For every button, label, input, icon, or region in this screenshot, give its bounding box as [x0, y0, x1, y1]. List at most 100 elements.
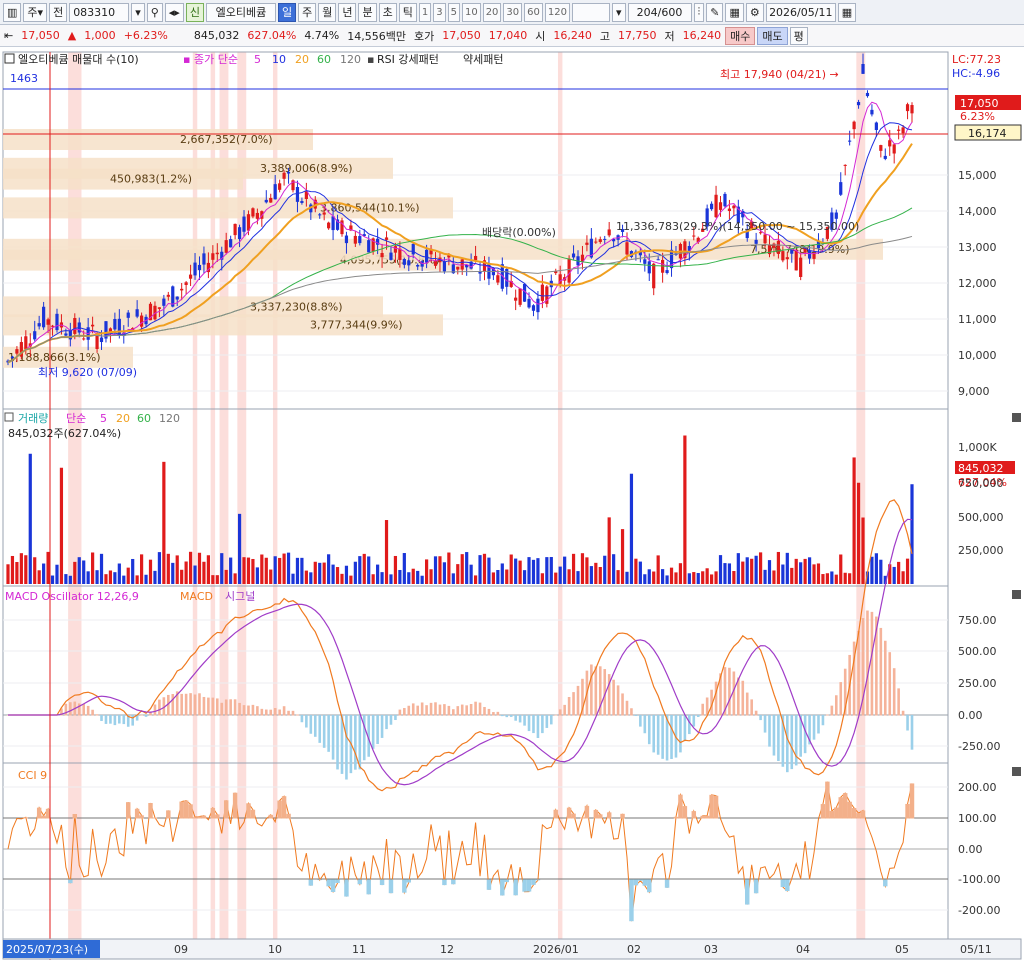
- candle-body: [625, 242, 629, 255]
- interval-5-button[interactable]: 5: [447, 2, 460, 22]
- volume-bar: [6, 564, 10, 584]
- candle-body: [865, 92, 870, 97]
- month-label: 2026/01: [533, 943, 579, 956]
- volume-bar: [812, 564, 816, 584]
- macd-histogram-bar: [438, 704, 442, 716]
- macd-histogram-bar: [821, 715, 825, 726]
- flat-button[interactable]: 평: [789, 26, 808, 45]
- stock-code-input[interactable]: 083310: [69, 2, 130, 22]
- count-field[interactable]: 204/600: [627, 2, 692, 22]
- stock-chart[interactable]: 2,667,352(7.0%) 3,389,006(8.9%) 450,983(1.…: [0, 47, 1024, 960]
- candle-body: [781, 251, 785, 261]
- volume-bar: [897, 561, 901, 584]
- volume-bar: [767, 560, 772, 584]
- rsi-bull-legend: RSI 강세패턴: [377, 53, 439, 66]
- macd-histogram-bar: [144, 715, 148, 717]
- interval-1-button[interactable]: 1: [418, 2, 432, 22]
- sell-button[interactable]: 매도: [757, 26, 788, 45]
- cci-close-icon[interactable]: [1012, 767, 1021, 776]
- candle-body: [910, 105, 914, 114]
- candle-body: [692, 235, 696, 237]
- candle-body: [402, 259, 406, 265]
- panel-menu-icon[interactable]: [4, 53, 15, 64]
- candle-body: [188, 274, 193, 279]
- volume-bar: [487, 557, 491, 584]
- candle-body: [799, 257, 803, 277]
- candle-body: [883, 155, 887, 159]
- gear-icon[interactable]: ⚙: [745, 2, 764, 22]
- period-year-button[interactable]: 년: [338, 2, 357, 22]
- macd-histogram-bar: [527, 715, 531, 732]
- volume-bar: [758, 552, 763, 584]
- interval-3-button[interactable]: 3: [433, 2, 446, 22]
- tools-icon[interactable]: ✎: [706, 2, 724, 22]
- period-month-button[interactable]: 월: [318, 2, 337, 22]
- macd-close-icon[interactable]: [1012, 590, 1021, 599]
- macd-histogram-bar: [701, 703, 704, 716]
- macd-histogram-bar: [683, 715, 687, 742]
- volume-bar: [674, 572, 678, 584]
- interval-20-button[interactable]: 20: [482, 2, 502, 22]
- indicator-icon[interactable]: ▦: [725, 2, 744, 22]
- candle-body: [202, 253, 206, 265]
- grid-layer: [3, 174, 948, 911]
- code-dropdown-icon[interactable]: ▾: [131, 2, 145, 22]
- candle-body: [807, 250, 812, 259]
- macd-histogram-bar: [469, 704, 473, 716]
- volume-bar: [843, 572, 847, 584]
- period-day-button[interactable]: 일: [277, 2, 297, 22]
- candle-body: [874, 122, 878, 130]
- macd-histogram-bar: [888, 652, 892, 716]
- volume-bar: [736, 553, 740, 584]
- interval-custom-input[interactable]: [571, 2, 610, 22]
- candle-body: [652, 263, 656, 289]
- macd-histogram-bar: [901, 710, 905, 716]
- volume-bar: [514, 558, 518, 584]
- candle-type-icon[interactable]: ⫶: [693, 2, 705, 22]
- macd-histogram-bar: [193, 694, 197, 716]
- volume-bar: [790, 567, 794, 584]
- period-minute-button[interactable]: 분: [358, 2, 377, 22]
- interval-120-button[interactable]: 120: [544, 2, 570, 22]
- prev-button[interactable]: 전: [49, 2, 68, 22]
- interval-10-button[interactable]: 10: [461, 2, 481, 22]
- range-note: 11,336,783(29.3%)(14,350.00 ~ 15,350.00): [616, 220, 859, 233]
- interval-30-button[interactable]: 30: [503, 2, 523, 22]
- calendar-icon[interactable]: ▦: [837, 2, 857, 22]
- chart-layout-icon[interactable]: ▥: [3, 2, 22, 22]
- candle-body: [255, 212, 259, 219]
- period-week-button[interactable]: 주: [298, 2, 317, 22]
- macd-histogram-bar: [647, 715, 651, 745]
- volume-bar: [224, 569, 228, 584]
- volume-menu-icon[interactable]: [4, 412, 14, 422]
- macd-histogram-bar: [772, 715, 776, 756]
- turnover-rate: 4.74%: [304, 29, 340, 42]
- period-tick-button[interactable]: 틱: [398, 2, 417, 22]
- candle-body: [892, 144, 896, 154]
- macd-histogram-bar: [260, 708, 264, 716]
- candle-body: [286, 171, 291, 174]
- date-field[interactable]: 2026/05/11: [765, 2, 836, 22]
- volume-bar: [46, 551, 50, 584]
- macd-histogram-bar: [670, 715, 673, 760]
- macd-histogram-bar: [883, 640, 887, 716]
- macd-histogram-bar: [434, 702, 437, 716]
- buy-button[interactable]: 매수: [725, 26, 756, 45]
- macd-histogram-bar: [189, 693, 192, 716]
- period-second-button[interactable]: 초: [378, 2, 397, 22]
- volume-close-icon[interactable]: [1012, 413, 1021, 422]
- interval-dropdown-icon[interactable]: ▾: [611, 2, 626, 22]
- period-type-select[interactable]: 주 ▾: [23, 2, 48, 22]
- candle-body: [727, 208, 732, 212]
- volume-bar: [175, 555, 179, 584]
- macd-histogram-bar: [233, 699, 237, 716]
- macd-histogram-bar: [224, 699, 228, 716]
- collapse-icon[interactable]: ⇤: [0, 29, 17, 42]
- interval-60-button[interactable]: 60: [524, 2, 543, 22]
- month-label: 10: [268, 943, 282, 956]
- volume-bar: [879, 559, 883, 584]
- macd-histogram-bar: [251, 704, 255, 716]
- search-icon[interactable]: ⚲: [146, 2, 163, 22]
- macd-histogram-bar: [505, 715, 509, 718]
- sound-icon[interactable]: ◂▸: [164, 2, 184, 22]
